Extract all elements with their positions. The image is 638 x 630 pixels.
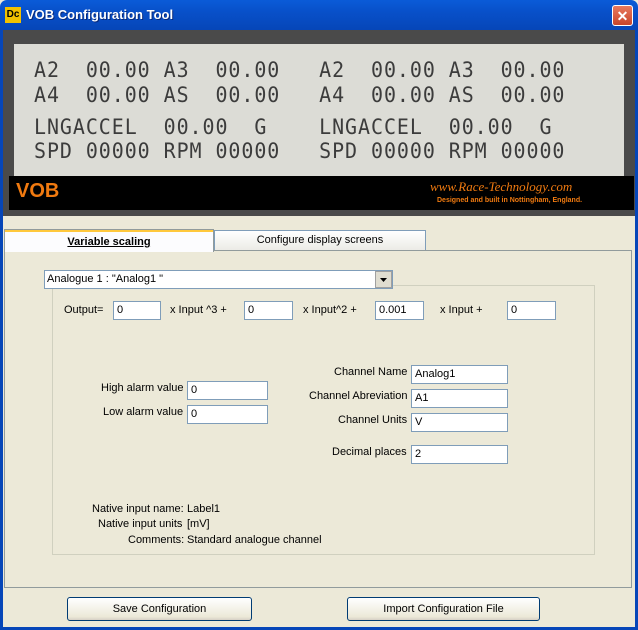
- save-configuration-button[interactable]: Save Configuration: [67, 597, 252, 621]
- comments-value: Standard analogue channel: [187, 534, 322, 546]
- coefficient-linear-input[interactable]: 0.001: [375, 301, 424, 320]
- coefficient-offset-input[interactable]: 0: [507, 301, 556, 320]
- lcd-line-2: A4 00.00 AS 00.00 A4 00.00 AS 00.00: [34, 83, 566, 107]
- lcd-line-3: LNGACCEL 00.00 G LNGACCEL 00.00 G: [34, 115, 553, 139]
- coefficient-square-input[interactable]: 0: [244, 301, 293, 320]
- input-linear-label: x Input +: [440, 304, 483, 316]
- high-alarm-input[interactable]: 0: [187, 381, 268, 400]
- app-icon: Dc: [5, 7, 21, 23]
- channel-units-input[interactable]: V: [411, 413, 508, 432]
- channel-name-label: Channel Name: [334, 366, 408, 378]
- decimal-places-input[interactable]: 2: [411, 445, 508, 464]
- import-configuration-file-button[interactable]: Import Configuration File: [347, 597, 540, 621]
- lcd-line-1: A2 00.00 A3 00.00 A2 00.00 A3 00.00: [34, 58, 566, 82]
- tab-variable-scaling[interactable]: Variable scaling: [4, 229, 214, 252]
- coefficient-cubic-input[interactable]: 0: [113, 301, 161, 320]
- low-alarm-label: Low alarm value: [103, 406, 184, 418]
- lcd-line-4: SPD 00000 RPM 00000 SPD 00000 RPM 00000: [34, 139, 566, 163]
- high-alarm-label: High alarm value: [101, 382, 184, 394]
- input-squared-label: x Input^2 +: [303, 304, 357, 316]
- channel-abbreviation-label: Channel Abreviation: [309, 390, 408, 402]
- channel-name-input[interactable]: Analog1: [411, 365, 508, 384]
- vob-logo: VOB: [16, 180, 60, 202]
- channel-select-dropdown-button[interactable]: [375, 271, 392, 288]
- website-text: www.Race-Technology.com: [430, 179, 573, 194]
- window-title: VOB Configuration Tool: [26, 7, 174, 22]
- native-input-name-value: Label1: [187, 503, 221, 515]
- native-input-name-label: Native input name:: [92, 503, 184, 515]
- channel-abbreviation-input[interactable]: A1: [411, 389, 508, 408]
- native-input-units-label: Native input units: [98, 518, 183, 530]
- channel-units-label: Channel Units: [338, 414, 408, 426]
- output-label: Output=: [64, 304, 104, 316]
- input-cubed-label: x Input ^3 +: [170, 304, 227, 316]
- native-input-units-value: [mV]: [187, 518, 210, 530]
- comments-label: Comments:: [128, 534, 185, 546]
- tab-configure-display-screens[interactable]: Configure display screens: [214, 230, 426, 250]
- low-alarm-input[interactable]: 0: [187, 405, 268, 424]
- close-button[interactable]: ✕: [612, 5, 633, 26]
- channel-select-value: Analogue 1 : "Analog1 ": [47, 273, 164, 285]
- chevron-down-icon: [380, 278, 387, 282]
- tagline-text: Designed and built in Nottingham, Englan…: [437, 197, 583, 204]
- decimal-places-label: Decimal places: [332, 446, 407, 458]
